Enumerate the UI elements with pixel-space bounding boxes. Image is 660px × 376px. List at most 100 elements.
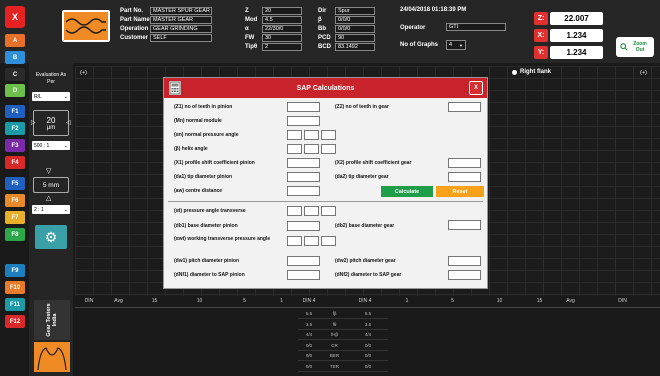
da2-input[interactable] — [448, 172, 481, 182]
table-header: 10 — [196, 298, 203, 304]
alpha-label: α — [245, 26, 249, 32]
awt-min-output — [304, 236, 319, 246]
dir-value: Spur — [335, 7, 375, 15]
bb-value: 0/0/0 — [335, 25, 375, 33]
side-button-f4[interactable]: F4 — [5, 156, 25, 169]
beta-deg-input[interactable] — [287, 144, 302, 154]
side-button-f12[interactable]: F12 — [5, 315, 25, 328]
at-label: (αt) pressure angle transverse — [174, 208, 246, 214]
side-button-f2[interactable]: F2 — [5, 122, 25, 135]
arrow-left-icon[interactable]: ◁ — [66, 119, 71, 126]
right-plus-marker: (+) — [640, 70, 647, 76]
da2-label: (da2) tip diameter gear — [335, 174, 389, 180]
x1-input[interactable] — [287, 158, 320, 168]
fw-value: 30 — [262, 34, 302, 42]
chevron-down-icon: ▼ — [459, 42, 463, 48]
beta-min-input[interactable] — [304, 144, 319, 154]
table-cell: fθ — [332, 321, 337, 327]
table-cell: 3.5 — [305, 321, 313, 327]
table-cell: 0/0 — [305, 353, 313, 358]
da1-label: (da1) tip diameter pinion — [174, 174, 233, 180]
dialog-title-bar: SAP Calculations — [164, 78, 487, 98]
dialog-close-button[interactable]: X — [469, 81, 483, 95]
readout-z-value: 22.007 — [550, 12, 603, 25]
z2-input[interactable] — [448, 102, 481, 112]
evaluation-select[interactable]: R/L ⌄ — [32, 92, 70, 101]
an-deg-input[interactable] — [287, 130, 302, 140]
at-min-output — [304, 206, 319, 216]
scale-select[interactable]: 2 : 1 ⌄ — [32, 205, 70, 214]
arrow-up-icon[interactable]: △ — [46, 194, 51, 202]
zoom-icon — [620, 43, 628, 51]
zoom-out-label: Zoom Out — [633, 41, 647, 53]
side-button-f8[interactable]: F8 — [5, 228, 25, 241]
brand-text: Gear Testers India — [46, 303, 58, 337]
an-min-input[interactable] — [304, 130, 319, 140]
reset-button[interactable]: Reset — [436, 186, 484, 197]
table-cell: BER — [329, 353, 340, 358]
side-button-f5[interactable]: F5 — [5, 177, 25, 190]
ratio-select[interactable]: 500 : 1 ⌄ — [32, 141, 70, 150]
fw-label: FW — [245, 35, 255, 41]
table-header: 10 — [496, 298, 503, 304]
mm-box[interactable]: 5 mm — [33, 177, 69, 193]
table-cell: 0/0 — [305, 342, 313, 348]
table-header: 5 — [243, 298, 246, 304]
close-app-button[interactable]: X — [5, 6, 25, 28]
evaluation-value: R/L — [34, 93, 42, 100]
x2-input[interactable] — [448, 158, 481, 168]
part-name-label: Part Name — [120, 17, 150, 23]
zoom-out-button[interactable]: Zoom Out — [616, 37, 654, 57]
side-button-f1[interactable]: F1 — [5, 105, 25, 118]
gear-logo — [62, 10, 110, 42]
da1-input[interactable] — [287, 172, 320, 182]
table-cell: CR — [331, 342, 338, 348]
table-header: DIN — [618, 298, 627, 304]
micron-box[interactable]: 20 µm — [33, 110, 69, 136]
table-cell: 0/0 — [364, 342, 372, 348]
dw2-label: (dw2) pitch diameter gear — [335, 258, 396, 264]
db2-label: (db2) base diameter gear — [335, 223, 395, 229]
table-header: 5 — [451, 298, 454, 304]
side-button-d[interactable]: D — [5, 84, 25, 97]
micron-value: 20 — [46, 115, 56, 125]
table-header: 1 — [405, 298, 409, 304]
side-button-b[interactable]: B — [5, 51, 25, 64]
side-button-f7[interactable]: F7 — [5, 211, 25, 224]
z1-input[interactable] — [287, 102, 320, 112]
table-header: Avg — [114, 298, 123, 304]
an-sec-input[interactable] — [321, 130, 336, 140]
settings-gear-button[interactable]: ⚙ — [35, 225, 67, 249]
operator-field[interactable]: GTI — [446, 23, 506, 31]
beta-sec-input[interactable] — [321, 144, 336, 154]
graphs-label: No of Graphs — [400, 42, 439, 48]
side-button-f11[interactable]: F11 — [5, 298, 25, 311]
scale-value: 2 : 1 — [34, 206, 44, 213]
dnf2-label: (dNf2) diameter to SAP gear — [335, 272, 402, 278]
readout-z-label: Z: — [534, 12, 548, 25]
mn-input[interactable] — [287, 116, 320, 126]
an-label: (αn) normal pressure angle — [174, 132, 239, 138]
side-button-c[interactable]: C — [5, 68, 25, 81]
side-button-f3[interactable]: F3 — [5, 139, 25, 152]
arrow-right-icon[interactable]: ▷ — [31, 119, 36, 126]
calculate-button[interactable]: Calculate — [381, 186, 433, 197]
z-label: Z — [245, 8, 249, 14]
awt-sec-output — [321, 236, 336, 246]
x1-label: (X1) profile shift coefficient pinion — [174, 160, 255, 166]
side-button-f6[interactable]: F6 — [5, 194, 25, 207]
table-cell: fβ — [332, 311, 337, 316]
table-header: 15 — [151, 298, 158, 304]
arrow-down-icon[interactable]: ▽ — [46, 167, 51, 175]
dir-label: Dir — [318, 8, 327, 14]
side-button-a[interactable]: A — [5, 34, 25, 47]
dw2-output — [448, 256, 481, 266]
at-sec-output — [321, 206, 336, 216]
right-flank-label: Right flank — [512, 69, 551, 75]
graphs-select[interactable]: 4 ▼ — [446, 40, 466, 50]
aw-input[interactable] — [287, 186, 320, 196]
side-button-f10[interactable]: F10 — [5, 281, 25, 294]
dw1-output — [287, 256, 320, 266]
side-button-f9[interactable]: F9 — [5, 264, 25, 277]
tip-theta-value: 2 — [262, 43, 302, 51]
